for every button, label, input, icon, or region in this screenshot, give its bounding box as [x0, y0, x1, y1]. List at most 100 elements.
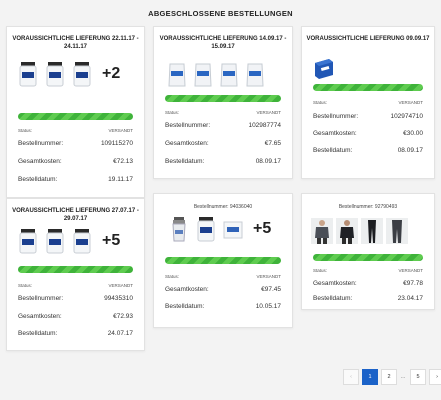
- order-date-row: Bestelldatum: 10.05.17: [165, 303, 281, 311]
- order-card[interactable]: VORAUSSICHTLICHE LIEFERUNG 14.09.17 - 15…: [153, 26, 293, 179]
- total-row: Gesamtkosten: €72.93: [18, 313, 133, 321]
- pants-icon: [386, 218, 408, 244]
- order-date-row: Bestelldatum: 19.11.17: [18, 176, 133, 184]
- order-date-value: 24.07.17: [107, 330, 133, 337]
- delivery-heading-line1: VORAUSSICHTLICHE LIEFERUNG 14.09.17 -: [159, 36, 287, 42]
- total-label: Gesamtkosten:: [313, 130, 357, 137]
- product-thumbnails: [311, 218, 408, 244]
- leggings-icon: [361, 218, 383, 244]
- supplement-pouch-icon: [168, 63, 186, 87]
- supplement-jar-icon: [197, 217, 215, 242]
- status-row: Status: VERSANDT: [18, 282, 133, 290]
- page-button-5[interactable]: 5: [410, 369, 426, 385]
- supplement-jar-icon: [46, 229, 64, 254]
- total-row: Gesamtkosten: €97.45: [165, 286, 281, 294]
- status-label: Status:: [313, 268, 328, 273]
- delivery-heading-line2: 24.11.17: [63, 44, 88, 50]
- order-card[interactable]: Bestellnummer: 94036040 +5 Status: VERSA…: [153, 193, 293, 328]
- order-card[interactable]: VORAUSSICHTLICHE LIEFERUNG 09.09.17 Stat…: [301, 26, 435, 179]
- delivery-progress-bar: [18, 266, 133, 273]
- order-date-row: Bestelldatum: 08.09.17: [165, 158, 281, 166]
- delivery-heading-line1: VORAUSSICHTLICHE LIEFERUNG 27.07.17 -: [12, 208, 139, 214]
- supplement-jar-icon: [46, 62, 64, 87]
- total-label: Gesamtkosten:: [313, 280, 357, 287]
- total-value: €97.78: [403, 280, 423, 287]
- order-date-value: 08.09.17: [397, 147, 423, 154]
- status-value: VERSANDT: [108, 128, 133, 133]
- more-items-count: +5: [253, 220, 272, 237]
- order-card[interactable]: VORAUSSICHTLICHE LIEFERUNG 22.11.17 - 24…: [6, 26, 145, 198]
- prev-page-button[interactable]: ‹: [343, 369, 359, 385]
- total-label: Gesamtkosten:: [18, 158, 62, 165]
- page-button-1[interactable]: 1: [362, 369, 378, 385]
- order-card[interactable]: VORAUSSICHTLICHE LIEFERUNG 27.07.17 - 29…: [6, 198, 145, 351]
- supplement-jar-icon: [19, 229, 37, 254]
- status-row: Status: VERSANDT: [165, 273, 281, 281]
- supplement-pouch-icon: [246, 63, 264, 87]
- supplement-jar-icon: [73, 62, 91, 87]
- order-number-row: Bestellnummer: 109115270: [18, 140, 133, 148]
- status-row: Status: VERSANDT: [18, 127, 133, 135]
- status-row: Status: VERSANDT: [313, 99, 423, 107]
- hoodie-icon: [336, 218, 358, 244]
- order-number-row: Bestellnummer: 99435310: [18, 295, 133, 303]
- total-row: Gesamtkosten: €97.78: [313, 280, 423, 288]
- order-date-label: Bestelldatum:: [313, 147, 353, 154]
- delivery-progress-bar: [313, 84, 423, 91]
- order-card[interactable]: Bestellnummer: 92790493 Status: VERSANDT…: [301, 193, 435, 310]
- page-title: ABGESCHLOSSENE BESTELLUNGEN: [148, 9, 293, 18]
- order-number-value: 109115270: [100, 140, 133, 147]
- total-row: Gesamtkosten: €72.13: [18, 158, 133, 166]
- product-thumbnails: [166, 61, 266, 87]
- next-page-button[interactable]: ›: [429, 369, 441, 385]
- order-date-label: Bestelldatum:: [165, 303, 205, 310]
- product-thumbnails: [313, 55, 340, 81]
- order-date-label: Bestelldatum:: [18, 330, 58, 337]
- order-number-value: 102987774: [248, 122, 281, 129]
- status-label: Status:: [165, 110, 180, 115]
- status-value: VERSANDT: [398, 100, 423, 105]
- status-label: Status:: [313, 100, 328, 105]
- status-label: Status:: [165, 274, 180, 279]
- delivery-heading: VORAUSSICHTLICHE LIEFERUNG 14.09.17 - 15…: [154, 35, 292, 51]
- total-row: Gesamtkosten: €7.65: [165, 140, 281, 148]
- pagination-ellipsis: …: [400, 374, 406, 380]
- delivery-heading: VORAUSSICHTLICHE LIEFERUNG 27.07.17 - 29…: [7, 207, 144, 223]
- order-number-row: Bestellnummer: 102974710: [313, 113, 423, 121]
- status-value: VERSANDT: [256, 110, 281, 115]
- status-row: Status: VERSANDT: [165, 109, 281, 117]
- supplement-jar-icon: [19, 62, 37, 87]
- total-value: €7.65: [264, 140, 281, 147]
- order-number-heading: Bestellnummer: 92790493: [338, 204, 398, 210]
- order-number-label: Bestellnummer:: [18, 140, 64, 147]
- total-label: Gesamtkosten:: [165, 140, 209, 147]
- shaker-bottle-icon: [172, 217, 186, 242]
- product-thumbnails: +5: [17, 228, 120, 254]
- order-date-row: Bestelldatum: 24.07.17: [18, 330, 133, 338]
- delivery-heading-line2: 29.07.17: [63, 216, 88, 222]
- product-thumbnails: +2: [17, 61, 120, 87]
- supplement-box-icon: [223, 221, 243, 239]
- status-label: Status:: [18, 128, 33, 133]
- order-number-value: 99435310: [104, 295, 133, 302]
- pagination: ‹ 1 2 … 5 ›: [340, 369, 441, 385]
- status-value: VERSANDT: [108, 283, 133, 288]
- order-date-row: Bestelldatum: 08.09.17: [313, 147, 423, 155]
- delivery-heading-line1: VORAUSSICHTLICHE LIEFERUNG 22.11.17 -: [12, 36, 139, 42]
- status-value: VERSANDT: [256, 274, 281, 279]
- total-value: €72.93: [113, 313, 133, 320]
- delivery-heading-line2: 15.09.17: [211, 44, 235, 50]
- supplement-jar-icon: [73, 229, 91, 254]
- order-number-value: 102974710: [390, 113, 423, 120]
- order-date-value: 19.11.17: [108, 176, 133, 183]
- supplement-pouch-icon: [220, 63, 238, 87]
- order-date-value: 23.04.17: [397, 295, 423, 302]
- order-date-row: Bestelldatum: 23.04.17: [313, 295, 423, 303]
- total-value: €97.45: [261, 286, 281, 293]
- order-number-heading: Bestellnummer: 94036040: [193, 204, 253, 210]
- order-date-value: 10.05.17: [255, 303, 281, 310]
- page-button-2[interactable]: 2: [381, 369, 397, 385]
- delivery-heading: VORAUSSICHTLICHE LIEFERUNG 22.11.17 - 24…: [7, 35, 144, 51]
- order-number-label: Bestellnummer:: [313, 113, 359, 120]
- order-number-row: Bestellnummer: 102987774: [165, 122, 281, 130]
